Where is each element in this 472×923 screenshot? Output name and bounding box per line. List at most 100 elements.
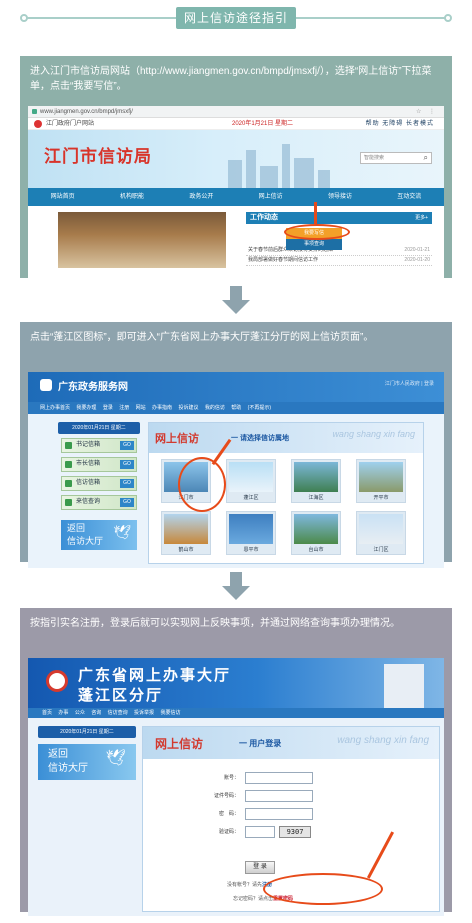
nav-functions[interactable]: 机构职能: [97, 188, 166, 206]
portal-nav-item[interactable]: 帮助: [231, 405, 241, 411]
go-button[interactable]: GO: [120, 441, 134, 450]
tool-accessibility[interactable]: 无障碍: [382, 121, 403, 127]
news-item[interactable]: 我局部署做好春节期间信访工作 2020-01-20: [246, 256, 432, 266]
city-tile-enping[interactable]: 恩平市: [226, 511, 276, 555]
hall-nav-item[interactable]: 咨询: [91, 710, 101, 716]
go-button[interactable]: GO: [120, 479, 134, 488]
portal-nav-item[interactable]: 注册: [119, 405, 129, 411]
highlight-arrow: [314, 202, 317, 224]
site-content: 工作动态 更多+ 关于春节前后群众来访接待安排的通知 2020-01-21 我局…: [28, 206, 444, 272]
hall-nav-item[interactable]: 我要信访: [160, 710, 180, 716]
header-line-right: [296, 17, 446, 19]
site-link[interactable]: 江门政府门户网站: [46, 121, 94, 127]
hall-nav-item[interactable]: 投诉举报: [134, 710, 154, 716]
city-tile-kaiping[interactable]: 开平市: [356, 459, 406, 503]
portal-name: 广东政务服务网: [58, 382, 128, 393]
id-number-row: 证件号码：: [193, 789, 393, 805]
city-label: 开平市: [373, 495, 389, 501]
account-label: 账号：: [223, 775, 239, 781]
forgot-text: 忘记密码？请点击: [233, 896, 274, 902]
hall-nav-item[interactable]: 办事: [58, 710, 68, 716]
portal-nav: 网上办事首页 我要办理 登录 注册 网站 办事指南 投诉建议 我的信访 帮助 (…: [28, 402, 444, 414]
captcha-image[interactable]: 9307: [279, 826, 311, 838]
city-label: 蓬江区: [243, 495, 259, 501]
step3-screenshot: 广东省网上办事大厅 蓬江区分厅 首页 办事 公众 咨询 信访查询 投诉举报 我要…: [28, 658, 444, 916]
account-input[interactable]: [245, 772, 313, 784]
tool-help[interactable]: 帮助: [366, 121, 380, 127]
browser-address-bar[interactable]: www.jiangmen.gov.cn/bmpd/jmsxfj/ ☆ ⋮: [28, 106, 444, 118]
portal-nav-item[interactable]: 办事指南: [152, 405, 172, 411]
portal-nav-item[interactable]: (不再提示): [248, 405, 271, 411]
tool-elder[interactable]: 长者模式: [406, 121, 434, 127]
hall-title: 广东省网上办事大厅: [78, 667, 232, 684]
login-form: 账号： 证件号码： 密 码： 验证码： 9307 登 录 没有帐号？请先注册 忘…: [193, 771, 395, 905]
site-tools: 帮助 无障碍 长者模式: [366, 118, 434, 130]
go-button[interactable]: GO: [120, 498, 134, 507]
nav-interaction[interactable]: 互动交流: [375, 188, 444, 206]
step3-text: 按指引实名注册，登录后就可以实现网上反映事项，并通过网络查询事项办理情况。: [30, 618, 400, 629]
account-row: 账号：: [193, 771, 393, 787]
city-label: 台山市: [308, 547, 324, 553]
work-news-title: 工作动态: [250, 214, 278, 221]
step1-panel: 进入江门市信访局网站（http://www.jiangmen.gov.cn/bm…: [20, 56, 452, 280]
site-search-input[interactable]: 智能搜索 ⌕: [360, 152, 432, 164]
more-link[interactable]: 更多+: [415, 212, 432, 224]
captcha-input[interactable]: [245, 826, 275, 838]
banner-subtitle: 一 请选择信访属地: [231, 435, 289, 442]
id-number-input[interactable]: [245, 790, 313, 802]
browser-tools-icon[interactable]: ☆ ⋮: [416, 106, 438, 118]
dropdown-query[interactable]: 事项查询: [286, 239, 342, 250]
arrow-head: [222, 586, 250, 600]
nav-online-petition[interactable]: 网上信访: [236, 188, 305, 206]
portal-nav-item[interactable]: 投诉建议: [178, 405, 198, 411]
site-title: 江门市信访局: [44, 147, 152, 166]
portal-nav-item[interactable]: 网站: [136, 405, 146, 411]
city-tile-pengjiang[interactable]: 蓬江区: [226, 459, 276, 503]
city-tile-jianghai[interactable]: 江海区: [291, 459, 341, 503]
nav-public[interactable]: 政务公开: [167, 188, 236, 206]
portal-nav-item[interactable]: 网上办事首页: [40, 405, 70, 411]
portal-nav-item[interactable]: 我的信访: [205, 405, 225, 411]
dove-icon: 🕊: [113, 524, 131, 540]
banner-title: 网上信访: [155, 433, 199, 445]
arrow-stem: [230, 286, 242, 300]
highlight-oval: [284, 224, 350, 240]
password-input[interactable]: [245, 808, 313, 820]
hall-nav-item[interactable]: 公众: [75, 710, 85, 716]
back-to-hall-button[interactable]: 返回 信访大厅 🕊: [61, 520, 137, 550]
mayor-mailbox-button[interactable]: 市长信箱 GO: [61, 457, 137, 472]
login-button[interactable]: 登 录: [245, 861, 275, 874]
city-tile-heshan[interactable]: 鹤山市: [161, 511, 211, 555]
mail-icon: [65, 461, 72, 468]
news-date: 2020-01-20: [404, 257, 430, 263]
portal-login[interactable]: 江门市人民政府 | 登录: [385, 380, 434, 387]
sidebar-btn-label: 来信查询: [76, 499, 101, 505]
city-tile-jiangmen-district[interactable]: 江门区: [356, 511, 406, 555]
nav-home[interactable]: 网站首页: [28, 188, 97, 206]
city-image: [359, 462, 403, 492]
register-text: 没有帐号？请先: [227, 882, 263, 888]
secretary-mailbox-button[interactable]: 书记信箱 GO: [61, 438, 137, 453]
hall-nav-item[interactable]: 首页: [42, 710, 52, 716]
portal-nav-item[interactable]: 登录: [103, 405, 113, 411]
portal-header: 广东政务服务网 江门市人民政府 | 登录: [28, 372, 444, 402]
city-image: [164, 514, 208, 544]
hall-nav-item[interactable]: 信访查询: [108, 710, 128, 716]
site-topbar: 江门政府门户网站 2020年1月21日 星期二 帮助 无障碍 长者模式: [28, 118, 444, 130]
header-dot-right: [444, 14, 452, 22]
password-label: 密 码：: [218, 811, 239, 817]
meeting-photo: [58, 212, 226, 268]
search-placeholder: 智能搜索: [364, 155, 385, 161]
search-icon[interactable]: ⌕: [424, 153, 428, 163]
search-icon: [65, 499, 72, 506]
letter-query-button[interactable]: 来信查询 GO: [61, 495, 137, 510]
portal-nav-item[interactable]: 我要办理: [76, 405, 96, 411]
city-tile-taishan[interactable]: 台山市: [291, 511, 341, 555]
city-label: 鹤山市: [178, 547, 194, 553]
hall-sidebar: 2020年01月21日 星期二 返回 信访大厅 🕊: [38, 726, 136, 780]
back-to-hall-button[interactable]: 返回 信访大厅 🕊: [38, 744, 136, 780]
go-button[interactable]: GO: [120, 460, 134, 469]
petition-mailbox-button[interactable]: 信访信箱 GO: [61, 476, 137, 491]
banner-watermark: wang shang xin fang: [332, 429, 415, 439]
arrow-stem: [230, 572, 242, 586]
